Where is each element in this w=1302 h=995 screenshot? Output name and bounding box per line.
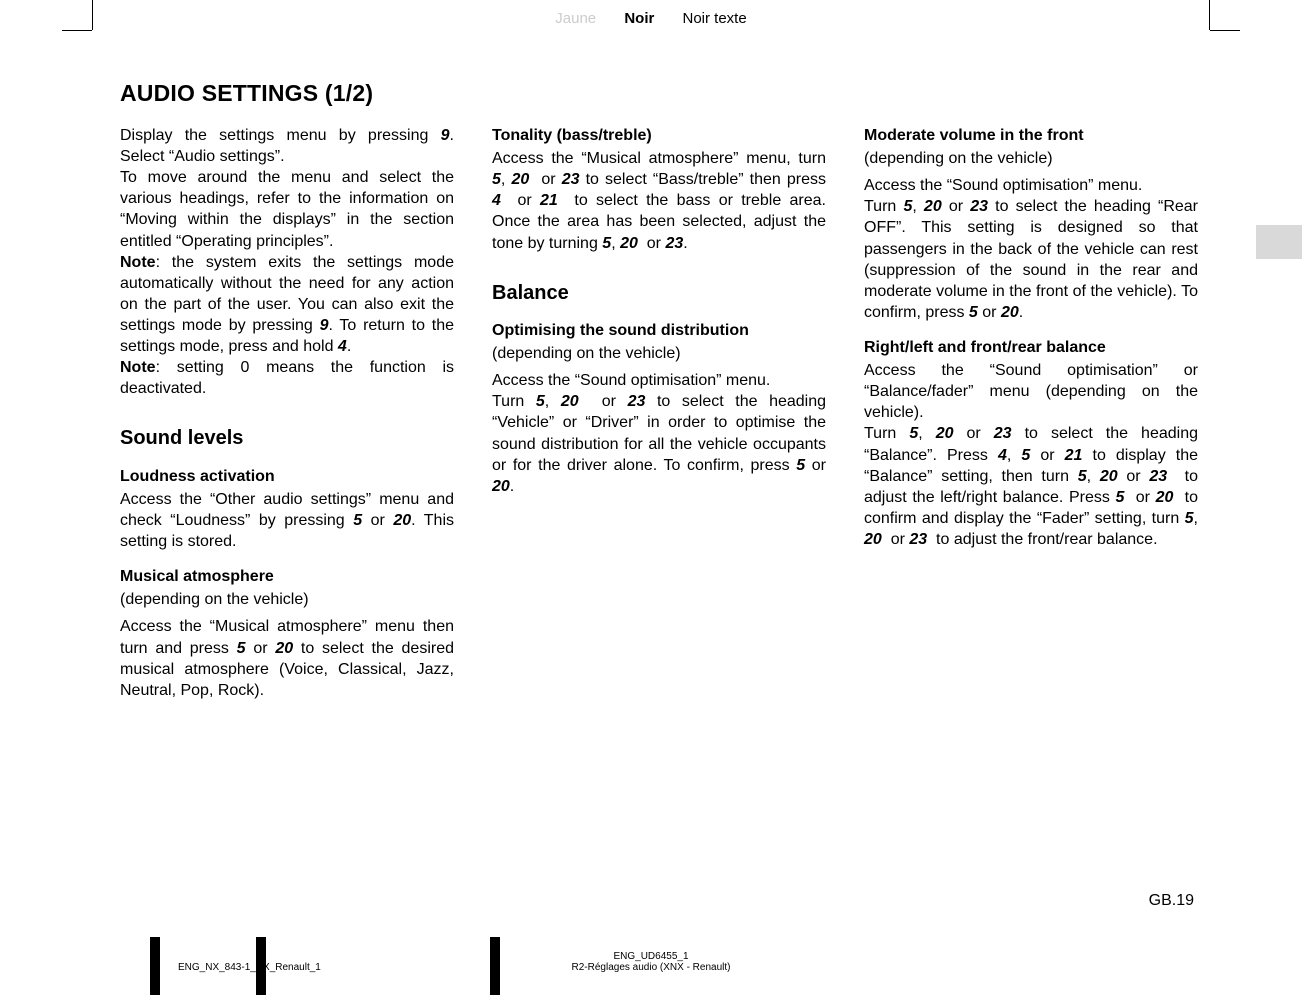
sub-depending: (depending on the vehicle) xyxy=(492,343,826,364)
paragraph: Turn 5, 20 or 23 to select the heading “… xyxy=(492,391,826,497)
registration-bar xyxy=(490,937,500,995)
color-noir: Noir xyxy=(624,10,654,27)
columns: Display the settings menu by press­ing 9… xyxy=(120,125,1200,701)
paragraph: Access the “Musical atmosphere” menu the… xyxy=(120,616,454,700)
paragraph: To move around the menu and select the v… xyxy=(120,167,454,251)
footer-code-line1: ENG_UD6455_1 xyxy=(613,951,688,962)
heading-loudness: Loudness activation xyxy=(120,466,454,487)
crop-mark xyxy=(62,30,92,31)
footer-code-line2: R2-Réglages audio (XNX - Renault) xyxy=(0,962,1302,973)
paragraph: Access the “Sound optimisation” menu. xyxy=(492,370,826,391)
color-jaune: Jaune xyxy=(555,10,596,27)
page: Jaune Noir Noir texte AUDIO SETTINGS (1/… xyxy=(0,0,1302,995)
color-noir-texte: Noir texte xyxy=(683,10,747,27)
page-number: GB.19 xyxy=(1149,892,1194,910)
heading-tonality: Tonality (bass/treble) xyxy=(492,125,826,146)
paragraph: Note: setting 0 means the function is de… xyxy=(120,357,454,399)
heading-optimising: Optimising the sound distribution xyxy=(492,320,826,341)
paragraph: Access the “Other audio settings” menu a… xyxy=(120,489,454,552)
column-2: Tonality (bass/treble) Access the “Music… xyxy=(492,125,826,701)
heading-moderate-volume: Moderate volume in the front xyxy=(864,125,1198,146)
crop-mark xyxy=(1210,30,1240,31)
paragraph: Turn 5, 20 or 23 to select the heading “… xyxy=(864,423,1198,550)
registration-bar xyxy=(150,937,160,995)
footer-code-center: ENG_UD6455_1 R2-Réglages audio (XNX - Re… xyxy=(0,951,1302,973)
heading-balance: Balance xyxy=(492,280,826,306)
registration-bar xyxy=(256,937,266,995)
paragraph: Access the “Sound optimisation” or “Bala… xyxy=(864,360,1198,423)
paragraph: Note: the system exits the settings mode… xyxy=(120,252,454,358)
paragraph: Turn 5, 20 or 23 to select the heading “… xyxy=(864,196,1198,323)
sub-depending: (depending on the vehicle) xyxy=(120,589,454,610)
page-title: AUDIO SETTINGS (1/2) xyxy=(120,80,1200,107)
sub-depending: (depending on the vehicle) xyxy=(864,148,1198,169)
color-separation-header: Jaune Noir Noir texte xyxy=(0,10,1302,27)
column-3: Moderate volume in the front (depending … xyxy=(864,125,1198,701)
heading-right-left: Right/left and front/rear balance xyxy=(864,337,1198,358)
paragraph: Access the “Musical atmosphere” menu, tu… xyxy=(492,148,826,254)
heading-sound-levels: Sound levels xyxy=(120,425,454,451)
paragraph: Display the settings menu by press­ing 9… xyxy=(120,125,454,167)
content-area: AUDIO SETTINGS (1/2) Display the setting… xyxy=(120,80,1200,701)
heading-musical-atmosphere: Musical atmosphere xyxy=(120,566,454,587)
column-1: Display the settings menu by press­ing 9… xyxy=(120,125,454,701)
side-tab xyxy=(1256,225,1302,259)
paragraph: Access the “Sound optimisation” menu. xyxy=(864,175,1198,196)
